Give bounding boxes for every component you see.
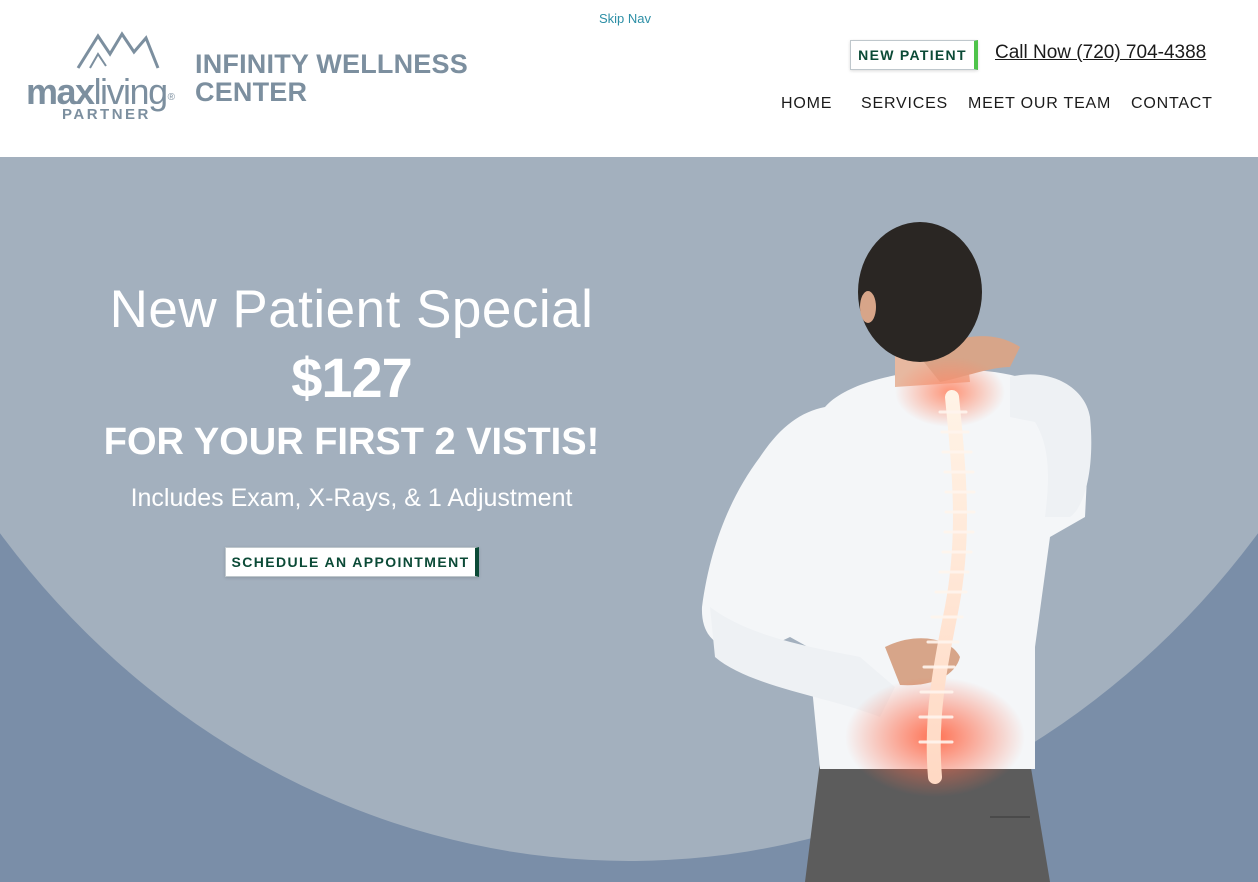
nav-services[interactable]: SERVICES	[861, 95, 948, 113]
hero-section: New Patient Special $127 FOR YOUR FIRST …	[0, 157, 1258, 882]
schedule-appointment-button[interactable]: SCHEDULE AN APPOINTMENT	[225, 547, 479, 577]
nav-home[interactable]: HOME	[781, 95, 832, 113]
nav-meet-our-team[interactable]: MEET OUR TEAM	[968, 95, 1111, 113]
mountain-peaks-icon	[76, 31, 160, 69]
hero-subtitle: FOR YOUR FIRST 2 VISTIS!	[103, 421, 600, 463]
hero-man-back-pain-image	[701, 222, 1092, 882]
hero-title: New Patient Special	[109, 280, 594, 339]
site-header: Skip Nav maxliving® PARTNER INFINITY WEL…	[0, 0, 1258, 157]
skip-nav-link[interactable]: Skip Nav	[599, 11, 651, 26]
call-now-link[interactable]: Call Now (720) 704-4388	[995, 42, 1206, 64]
new-patient-button[interactable]: NEW PATIENT	[850, 40, 978, 70]
nav-contact[interactable]: CONTACT	[1131, 95, 1213, 113]
main-nav: HOME SERVICES MEET OUR TEAM CONTACT	[0, 95, 1258, 115]
hero-price: $127	[291, 346, 413, 409]
center-name-line1: INFINITY WELLNESS	[195, 49, 468, 79]
hero-includes: Includes Exam, X-Rays, & 1 Adjustment	[130, 484, 573, 512]
